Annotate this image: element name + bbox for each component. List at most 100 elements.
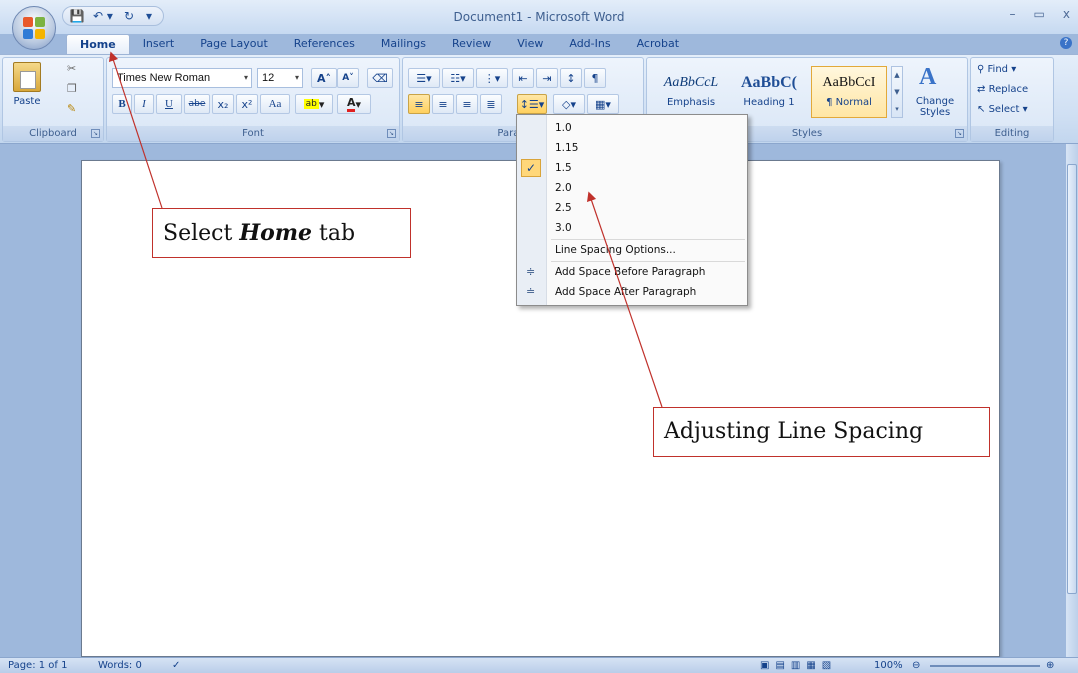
word-count[interactable]: Words: 0 — [98, 660, 142, 671]
line-spacing-options[interactable]: Line Spacing Options... — [555, 240, 676, 260]
copy-icon[interactable]: ❐ — [67, 82, 77, 95]
font-label: Font — [107, 126, 399, 141]
align-left-button[interactable]: ≡ — [408, 94, 430, 114]
space-before-icon: ≑ — [526, 265, 536, 278]
subscript-button[interactable]: x₂ — [212, 94, 234, 114]
office-button[interactable] — [12, 6, 56, 50]
font-name-field[interactable]: Times New Roman ▾ — [112, 68, 252, 88]
change-styles-icon[interactable]: A — [919, 64, 936, 91]
title-bar: 💾 ↶ ▾ ↻ ▾ Document1 - Microsoft Word – ▭… — [0, 0, 1078, 34]
increase-indent-button[interactable]: ⇥ — [536, 68, 558, 88]
help-icon[interactable]: ? — [1060, 37, 1072, 49]
style-heading-1-sample: AaBbC( — [740, 74, 797, 91]
italic-button[interactable]: I — [134, 94, 154, 114]
replace-label: Replace — [988, 84, 1029, 95]
multilevel-list-button[interactable]: ⋮▾ — [476, 68, 508, 88]
bullets-button[interactable]: ☰▾ — [408, 68, 440, 88]
page-count[interactable]: Page: 1 of 1 — [8, 660, 67, 671]
font-color-button[interactable]: A ▾ — [337, 94, 371, 114]
format-painter-icon[interactable]: ✎ — [67, 102, 76, 115]
align-right-button[interactable]: ≡ — [456, 94, 478, 114]
highlight-button[interactable]: ab ▾ — [295, 94, 333, 114]
tab-add-ins[interactable]: Add-Ins — [556, 34, 623, 54]
replace-button[interactable]: ⇄ Replace — [977, 84, 1028, 95]
proofing-icon[interactable]: ✓ — [172, 660, 180, 671]
style-heading-1[interactable]: AaBbC( Heading 1 — [731, 66, 807, 118]
spacing-2-0[interactable]: 2.0 — [555, 178, 572, 198]
change-styles-button[interactable]: Change Styles — [909, 96, 961, 118]
style-emphasis-name: Emphasis — [666, 97, 716, 108]
callout-spacing-text: Adjusting Line Spacing — [664, 419, 924, 444]
font-size-value: 12 — [262, 72, 275, 84]
strikethrough-button[interactable]: abe — [184, 94, 210, 114]
align-center-button[interactable]: ≡ — [432, 94, 454, 114]
line-spacing-menu: 1.0 1.15 1.5 ✓ 2.0 2.5 3.0 Line Spacing … — [516, 114, 748, 306]
font-size-field[interactable]: 12 ▾ — [257, 68, 303, 88]
style-heading-1-name: Heading 1 — [743, 97, 795, 108]
font-launcher-icon[interactable]: ↘ — [387, 129, 396, 138]
callout-home-em: Home — [239, 220, 313, 246]
tab-references[interactable]: References — [281, 34, 368, 54]
style-emphasis[interactable]: AaBbCcL Emphasis — [653, 66, 729, 118]
decrease-indent-button[interactable]: ⇤ — [512, 68, 534, 88]
tab-page-layout[interactable]: Page Layout — [187, 34, 281, 54]
paste-icon[interactable] — [13, 62, 41, 92]
office-logo-icon — [23, 17, 45, 39]
paste-button[interactable]: Paste — [7, 96, 47, 107]
tab-view[interactable]: View — [504, 34, 556, 54]
spacing-1-15[interactable]: 1.15 — [555, 138, 578, 158]
zoom-slider[interactable] — [930, 665, 1040, 667]
space-after-icon: ≐ — [526, 285, 536, 298]
cut-icon[interactable]: ✂ — [67, 62, 76, 75]
window-title: Document1 - Microsoft Word — [453, 10, 625, 24]
spacing-1-0[interactable]: 1.0 — [555, 118, 572, 138]
view-buttons[interactable]: ▣▤▥▦▧ — [760, 660, 837, 671]
clipboard-launcher-icon[interactable]: ↘ — [91, 129, 100, 138]
style-normal[interactable]: AaBbCcI ¶ Normal — [811, 66, 887, 118]
font-name-value: Times New Roman — [117, 72, 211, 84]
spacing-2-5[interactable]: 2.5 — [555, 198, 572, 218]
clipboard-group: Paste ✂ ❐ ✎ Clipboard ↘ — [2, 57, 104, 142]
scroll-thumb[interactable] — [1067, 164, 1077, 594]
styles-scroll-icon[interactable]: ▲ ▼ ▾ — [891, 66, 903, 118]
zoom-in-icon[interactable]: ⊕ — [1046, 660, 1054, 671]
tab-acrobat[interactable]: Acrobat — [624, 34, 692, 54]
underline-button[interactable]: U — [156, 94, 182, 114]
superscript-button[interactable]: x² — [236, 94, 258, 114]
shrink-font-button[interactable]: A˅ — [337, 68, 359, 88]
shading-button[interactable]: ◇▾ — [553, 94, 585, 114]
maximize-button[interactable]: ▭ — [1034, 7, 1045, 21]
clipboard-label: Clipboard — [3, 126, 103, 141]
styles-launcher-icon[interactable]: ↘ — [955, 129, 964, 138]
style-normal-sample: AaBbCcI — [822, 75, 876, 90]
change-case-button[interactable]: Aa — [260, 94, 290, 114]
tab-review[interactable]: Review — [439, 34, 504, 54]
add-space-after[interactable]: Add Space After Paragraph — [555, 282, 696, 302]
show-marks-button[interactable]: ¶ — [584, 68, 606, 88]
add-space-before[interactable]: Add Space Before Paragraph — [555, 262, 705, 282]
numbering-button[interactable]: ☷▾ — [442, 68, 474, 88]
zoom-level[interactable]: 100% — [874, 660, 903, 671]
minimize-button[interactable]: – — [1010, 7, 1016, 21]
select-button[interactable]: ↖ Select ▾ — [977, 104, 1028, 115]
tab-mailings[interactable]: Mailings — [368, 34, 439, 54]
grow-font-button[interactable]: A˄ — [311, 68, 337, 88]
callout-home-post: tab — [312, 221, 356, 246]
find-button[interactable]: ⚲ Find ▾ — [977, 64, 1016, 75]
line-spacing-button[interactable]: ↕☰▾ — [517, 94, 547, 114]
borders-button[interactable]: ▦▾ — [587, 94, 619, 114]
justify-button[interactable]: ≣ — [480, 94, 502, 114]
zoom-out-icon[interactable]: ⊖ — [912, 660, 920, 671]
bold-button[interactable]: B — [112, 94, 132, 114]
spacing-1-5[interactable]: 1.5 — [555, 158, 572, 178]
window-controls: – ▭ x — [1010, 7, 1070, 21]
editing-label: Editing — [971, 126, 1053, 141]
tab-home[interactable]: Home — [66, 34, 130, 54]
spacing-3-0[interactable]: 3.0 — [555, 218, 572, 238]
vertical-scrollbar[interactable] — [1066, 144, 1078, 657]
close-button[interactable]: x — [1063, 7, 1070, 21]
sort-button[interactable]: ↕ — [560, 68, 582, 88]
tab-insert[interactable]: Insert — [130, 34, 188, 54]
find-label: Find — [987, 64, 1009, 75]
clear-formatting-button[interactable]: ⌫ — [367, 68, 393, 88]
